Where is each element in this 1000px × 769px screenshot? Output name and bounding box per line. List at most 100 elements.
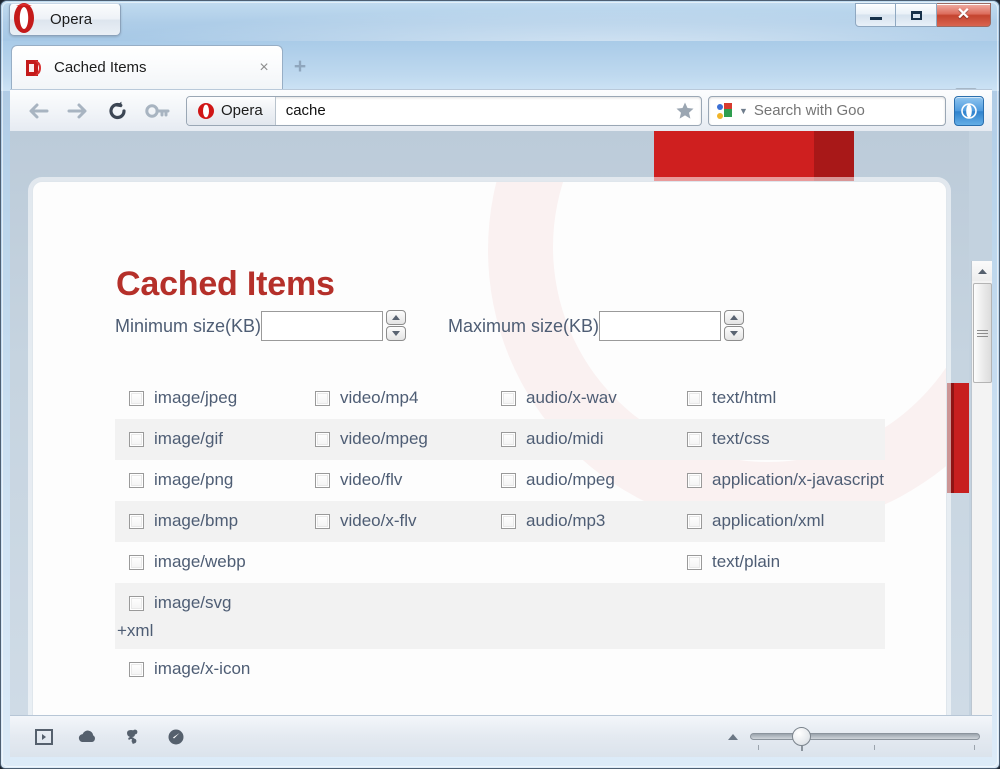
checkbox[interactable] (315, 390, 330, 406)
mime-option-label: image/svg (154, 593, 232, 612)
back-button[interactable] (18, 96, 58, 126)
zoom-expand-button[interactable] (720, 733, 746, 741)
mime-option-image-x-icon[interactable]: image/x-icon (115, 651, 301, 687)
minimize-button[interactable] (855, 3, 896, 27)
checkbox[interactable] (501, 472, 516, 488)
mime-option-image-svg[interactable]: image/svg (115, 585, 301, 621)
close-icon: ✕ (956, 6, 971, 23)
scroll-up-button[interactable] (972, 261, 992, 281)
back-arrow-icon (29, 103, 49, 118)
mime-option-video-flv[interactable]: video/flv (301, 462, 487, 498)
minimum-size-input[interactable] (261, 311, 384, 341)
checkbox[interactable] (501, 513, 516, 529)
mime-option-label: text/css (712, 429, 770, 448)
mime-option-image-gif[interactable]: image/gif (115, 421, 301, 457)
mime-option-empty (487, 544, 673, 580)
search-bar[interactable]: ▼ (708, 95, 970, 126)
mime-option-image-jpeg[interactable]: image/jpeg (115, 380, 301, 416)
zoom-slider-track[interactable] (750, 732, 980, 740)
opera-unite-share-button[interactable] (110, 722, 154, 752)
checkbox[interactable] (687, 554, 702, 570)
checkbox[interactable] (501, 431, 516, 447)
minimum-size-stepper[interactable] (386, 310, 407, 342)
page-title: Cached Items (116, 265, 335, 303)
forward-button[interactable] (58, 96, 98, 126)
checkbox[interactable] (687, 390, 702, 406)
mime-option-video-mp4[interactable]: video/mp4 (301, 380, 487, 416)
maximize-button[interactable] (896, 3, 937, 27)
table-row-cells: image/png video/flv audio/mpeg application/… (115, 462, 885, 498)
opera-turbo-button[interactable] (154, 722, 198, 752)
mime-option-empty (301, 544, 487, 580)
browser-window: Opera ✕ Cached Items × + Opera cache ▼ S… (0, 0, 1000, 769)
opera-link-button[interactable] (66, 722, 110, 752)
tab-title: Cached Items (54, 59, 147, 76)
mime-option-label: audio/mpeg (526, 470, 615, 489)
page-scrollbar[interactable] (971, 261, 992, 715)
opera-unite-button[interactable] (954, 95, 984, 126)
url-input[interactable] (275, 97, 669, 124)
zoom-slider[interactable] (750, 724, 980, 751)
checkbox[interactable] (315, 472, 330, 488)
mime-option-empty (301, 585, 487, 621)
address-bar[interactable]: Opera (186, 95, 702, 126)
mime-option-label: video/mpeg (340, 429, 428, 448)
search-engine-caret[interactable]: ▼ (739, 106, 748, 116)
maximum-size-decrement[interactable] (724, 326, 745, 341)
checkbox[interactable] (129, 390, 144, 406)
checkbox[interactable] (129, 431, 144, 447)
bookmark-star-button[interactable] (669, 101, 701, 121)
opera-menu-button[interactable]: Opera (9, 3, 121, 36)
new-tab-button[interactable]: + (289, 56, 311, 79)
table-row: image/svg +xml (115, 583, 885, 649)
chevron-down-icon (392, 331, 401, 336)
zoom-slider-thumb[interactable] (791, 726, 811, 751)
table-row: image/webp text/plain (115, 542, 885, 583)
chevron-up-icon (392, 315, 401, 320)
checkbox[interactable] (687, 431, 702, 447)
checkbox[interactable] (315, 513, 330, 529)
maximum-size-increment[interactable] (724, 310, 745, 325)
mime-option-text-css[interactable]: text/css (673, 421, 885, 457)
mime-option-audio-x-wav[interactable]: audio/x-wav (487, 380, 673, 416)
table-row: image/jpeg video/mp4 audio/x-wav text/html (115, 378, 885, 419)
checkbox[interactable] (315, 431, 330, 447)
scrollbar-thumb[interactable] (973, 283, 992, 383)
checkbox[interactable] (129, 472, 144, 488)
mime-option-audio-midi[interactable]: audio/midi (487, 421, 673, 457)
mime-option-audio-mp3[interactable]: audio/mp3 (487, 503, 673, 539)
maximum-size-stepper[interactable] (724, 310, 745, 342)
checkbox[interactable] (501, 390, 516, 406)
mime-option-image-png[interactable]: image/png (115, 462, 301, 498)
checkbox[interactable] (687, 472, 702, 488)
minimum-size-increment[interactable] (386, 310, 407, 325)
mime-option-video-mpeg[interactable]: video/mpeg (301, 421, 487, 457)
mime-option-application-x-javascript[interactable]: application/x-javascript (673, 462, 885, 498)
checkbox[interactable] (129, 595, 144, 611)
panels-toggle-button[interactable] (22, 722, 66, 752)
minimum-size-decrement[interactable] (386, 326, 407, 341)
tab-close-icon[interactable]: × (254, 59, 274, 76)
reload-button[interactable] (98, 96, 138, 126)
mime-option-label: video/x-flv (340, 511, 417, 530)
close-button[interactable]: ✕ (937, 3, 991, 27)
maximum-size-input[interactable] (599, 311, 722, 341)
mime-option-label: video/mp4 (340, 388, 419, 407)
zoom-tick (874, 744, 875, 750)
mime-option-image-webp[interactable]: image/webp (115, 544, 301, 580)
mime-option-text-plain[interactable]: text/plain (673, 544, 885, 580)
opera-unite-share-icon (127, 729, 138, 744)
checkbox[interactable] (129, 513, 144, 529)
mime-option-text-html[interactable]: text/html (673, 380, 885, 416)
table-row-cells: image/bmp video/x-flv audio/mp3 application… (115, 503, 885, 539)
mime-option-audio-mpeg[interactable]: audio/mpeg (487, 462, 673, 498)
mime-option-application-xml[interactable]: application/xml (673, 503, 885, 539)
tab-cached-items[interactable]: Cached Items × (11, 45, 283, 89)
mime-option-video-x-flv[interactable]: video/x-flv (301, 503, 487, 539)
search-input[interactable] (753, 98, 953, 123)
checkbox[interactable] (129, 554, 144, 570)
mime-option-image-bmp[interactable]: image/bmp (115, 503, 301, 539)
checkbox[interactable] (687, 513, 702, 529)
password-manager-button[interactable] (138, 96, 178, 126)
checkbox[interactable] (129, 661, 144, 677)
